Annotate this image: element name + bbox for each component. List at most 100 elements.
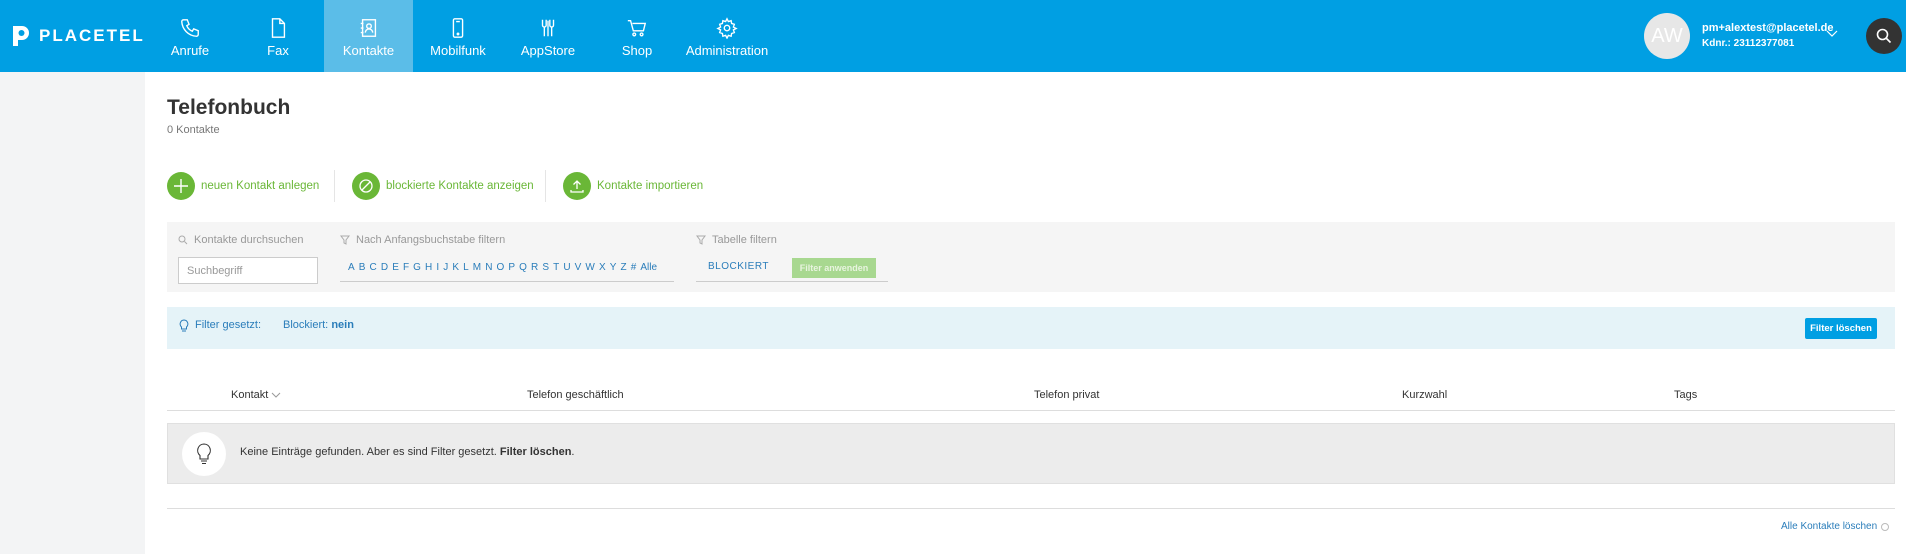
empty-state-clear-filter-link[interactable]: Filter löschen bbox=[500, 446, 572, 458]
letter-filter-o[interactable]: O bbox=[497, 262, 505, 273]
info-icon[interactable] bbox=[1881, 522, 1890, 531]
empty-state-message-text: Keine Einträge gefunden. Aber es sind Fi… bbox=[240, 446, 497, 458]
nav-kontakte[interactable]: Kontakte bbox=[324, 0, 413, 72]
global-search-button[interactable] bbox=[1866, 18, 1902, 54]
nav-anrufe[interactable]: Anrufe bbox=[150, 0, 230, 72]
table-filter-underline bbox=[696, 281, 888, 282]
letter-filter-z[interactable]: Z bbox=[621, 262, 627, 273]
new-contact-button[interactable]: neuen Kontakt anlegen bbox=[167, 172, 319, 200]
nav-label: Anrufe bbox=[170, 43, 210, 58]
table-filter-label: Tabelle filtern bbox=[696, 234, 777, 246]
import-contacts-button[interactable]: Kontakte importieren bbox=[563, 172, 703, 200]
letter-filter-x[interactable]: X bbox=[599, 262, 606, 273]
empty-state-icon-circle bbox=[182, 432, 226, 476]
letter-filter-c[interactable]: C bbox=[370, 262, 377, 273]
letter-filter-t[interactable]: T bbox=[553, 262, 559, 273]
import-contacts-label: Kontakte importieren bbox=[597, 180, 704, 192]
funnel-icon bbox=[696, 235, 706, 245]
letter-filter-g[interactable]: G bbox=[413, 262, 421, 273]
letter-filter-y[interactable]: Y bbox=[610, 262, 617, 273]
letter-filter-d[interactable]: D bbox=[381, 262, 388, 273]
search-icon bbox=[1876, 28, 1892, 44]
contact-search-input[interactable] bbox=[178, 257, 318, 284]
nav-label: Mobilfunk bbox=[430, 43, 486, 58]
user-email[interactable]: pm+alextest@placetel.de bbox=[1702, 22, 1833, 34]
page-title: Telefonbuch bbox=[167, 96, 291, 119]
letter-filter-l[interactable]: L bbox=[463, 262, 469, 273]
letter-filter-hash[interactable]: # bbox=[631, 262, 637, 273]
delete-all-contacts-link[interactable]: Alle Kontakte löschen bbox=[1781, 521, 1890, 532]
blocked-contacts-button[interactable]: blockierte Kontakte anzeigen bbox=[352, 172, 534, 200]
nav-fax[interactable]: Fax bbox=[240, 0, 316, 72]
top-navigation-bar: PLACETEL Anrufe Fax Kontakte Mobilfunk A… bbox=[0, 0, 1906, 72]
gear-icon bbox=[716, 17, 738, 39]
column-header-tags[interactable]: Tags bbox=[1674, 389, 1697, 401]
brand-name: PLACETEL bbox=[39, 26, 145, 45]
column-header-kurzwahl[interactable]: Kurzwahl bbox=[1402, 389, 1447, 401]
blocked-contacts-label: blockierte Kontakte anzeigen bbox=[386, 180, 534, 192]
mobile-icon bbox=[452, 18, 464, 38]
nav-shop[interactable]: Shop bbox=[608, 0, 666, 72]
cart-icon bbox=[627, 19, 647, 37]
contact-count: 0 Kontakte bbox=[167, 124, 220, 136]
column-header-kontakt[interactable]: Kontakt bbox=[231, 389, 281, 401]
filter-value: nein bbox=[331, 319, 354, 331]
letter-filter-h[interactable]: H bbox=[425, 262, 432, 273]
action-divider bbox=[334, 170, 335, 202]
empty-state-text: Keine Einträge gefunden. Aber es sind Fi… bbox=[240, 446, 574, 458]
table-header-divider bbox=[167, 410, 1895, 411]
nav-administration[interactable]: Administration bbox=[684, 0, 770, 72]
delete-all-label: Alle Kontakte löschen bbox=[1781, 521, 1878, 532]
letter-filter-q[interactable]: Q bbox=[519, 262, 527, 273]
blockiert-filter-toggle[interactable]: BLOCKIERT bbox=[708, 261, 769, 272]
lightbulb-icon bbox=[197, 443, 211, 465]
new-contact-label: neuen Kontakt anlegen bbox=[201, 180, 320, 192]
letter-filter-all[interactable]: Alle bbox=[640, 262, 657, 273]
letter-filter-e[interactable]: E bbox=[392, 262, 399, 273]
letter-filter-v[interactable]: V bbox=[575, 262, 582, 273]
search-icon bbox=[178, 235, 188, 245]
empty-state-message: Keine Einträge gefunden. Aber es sind Fi… bbox=[167, 423, 1895, 484]
column-header-telefon-privat[interactable]: Telefon privat bbox=[1034, 389, 1099, 401]
appstore-icon bbox=[541, 19, 555, 37]
lightbulb-icon bbox=[179, 319, 189, 332]
apply-filter-button[interactable]: Filter anwenden bbox=[792, 258, 876, 278]
column-header-label: Kontakt bbox=[231, 389, 269, 401]
letter-filter-m[interactable]: M bbox=[473, 262, 481, 273]
funnel-icon bbox=[340, 235, 350, 245]
chevron-down-icon[interactable] bbox=[1826, 30, 1838, 38]
letter-filter-a[interactable]: A bbox=[348, 262, 355, 273]
column-header-telefon-geschaeftlich[interactable]: Telefon geschäftlich bbox=[527, 389, 624, 401]
letter-filter-p[interactable]: P bbox=[508, 262, 515, 273]
letter-filter-b[interactable]: B bbox=[359, 262, 366, 273]
letter-filter-u[interactable]: U bbox=[563, 262, 570, 273]
letter-filter-underline bbox=[340, 281, 674, 282]
search-filter-label: Kontakte durchsuchen bbox=[178, 234, 303, 246]
logo-p-icon bbox=[13, 26, 29, 46]
plus-icon bbox=[167, 172, 195, 200]
letter-filter-list: A B C D E F G H I J K L M N O P Q R S T … bbox=[348, 262, 661, 273]
clear-filter-button[interactable]: Filter löschen bbox=[1805, 318, 1877, 339]
letter-filter-i[interactable]: I bbox=[436, 262, 439, 273]
user-avatar[interactable]: AW bbox=[1644, 13, 1690, 59]
nav-label: Kontakte bbox=[342, 43, 395, 58]
letter-filter-text: Nach Anfangsbuchstabe filtern bbox=[356, 234, 506, 246]
nav-label: Administration bbox=[685, 43, 769, 58]
customer-number: Kdnr.: 23112377081 bbox=[1702, 38, 1795, 49]
letter-filter-k[interactable]: K bbox=[452, 262, 459, 273]
letter-filter-label: Nach Anfangsbuchstabe filtern bbox=[340, 234, 505, 246]
letter-filter-n[interactable]: N bbox=[485, 262, 492, 273]
active-filter-bar: Filter gesetzt: Blockiert: nein Filter l… bbox=[167, 307, 1895, 349]
letter-filter-r[interactable]: R bbox=[531, 262, 538, 273]
letter-filter-j[interactable]: J bbox=[443, 262, 448, 273]
letter-filter-f[interactable]: F bbox=[403, 262, 409, 273]
filter-set-label: Filter gesetzt: bbox=[195, 319, 262, 331]
letter-filter-s[interactable]: S bbox=[542, 262, 549, 273]
letter-filter-w[interactable]: W bbox=[585, 262, 594, 273]
empty-state-period: . bbox=[571, 446, 575, 458]
placetel-logo[interactable]: PLACETEL bbox=[10, 24, 145, 48]
nav-label: Fax bbox=[267, 43, 289, 58]
nav-appstore[interactable]: AppStore bbox=[512, 0, 584, 72]
search-filter-text: Kontakte durchsuchen bbox=[194, 234, 304, 246]
nav-mobilfunk[interactable]: Mobilfunk bbox=[420, 0, 496, 72]
